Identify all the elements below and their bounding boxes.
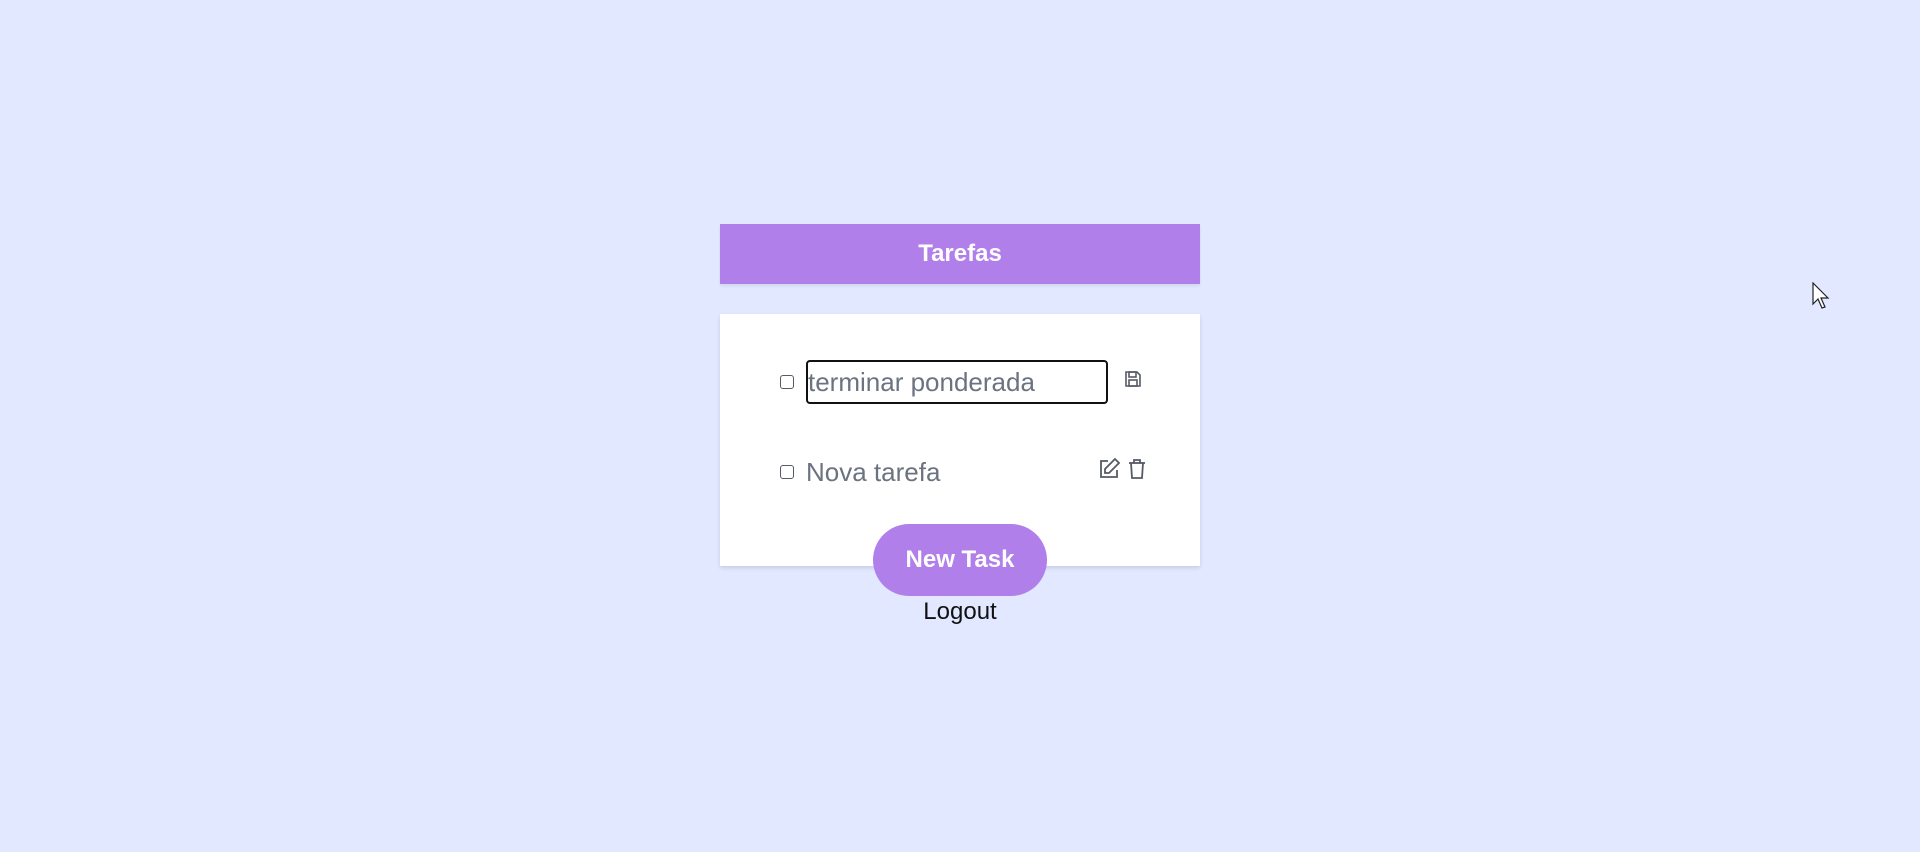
mouse-cursor-icon <box>1812 281 1832 315</box>
task-actions <box>1096 456 1150 482</box>
app-header: Tarefas <box>720 224 1200 284</box>
trash-icon[interactable] <box>1124 456 1150 482</box>
task-card: Nova tarefa New Task <box>720 314 1200 596</box>
task-checkbox[interactable] <box>780 375 794 389</box>
page-title: Tarefas <box>918 240 1002 267</box>
task-row: Nova tarefa <box>780 450 1150 494</box>
logout-link[interactable]: Logout <box>720 598 1200 626</box>
task-edit-input[interactable] <box>806 360 1108 404</box>
task-checkbox[interactable] <box>780 465 794 479</box>
save-icon[interactable] <box>1120 366 1146 392</box>
task-row-editing <box>780 360 1150 404</box>
todo-app: Tarefas Nova tarefa <box>720 224 1200 625</box>
task-text: Nova tarefa <box>806 456 941 487</box>
edit-icon[interactable] <box>1096 456 1122 482</box>
new-task-button[interactable]: New Task <box>873 524 1047 596</box>
